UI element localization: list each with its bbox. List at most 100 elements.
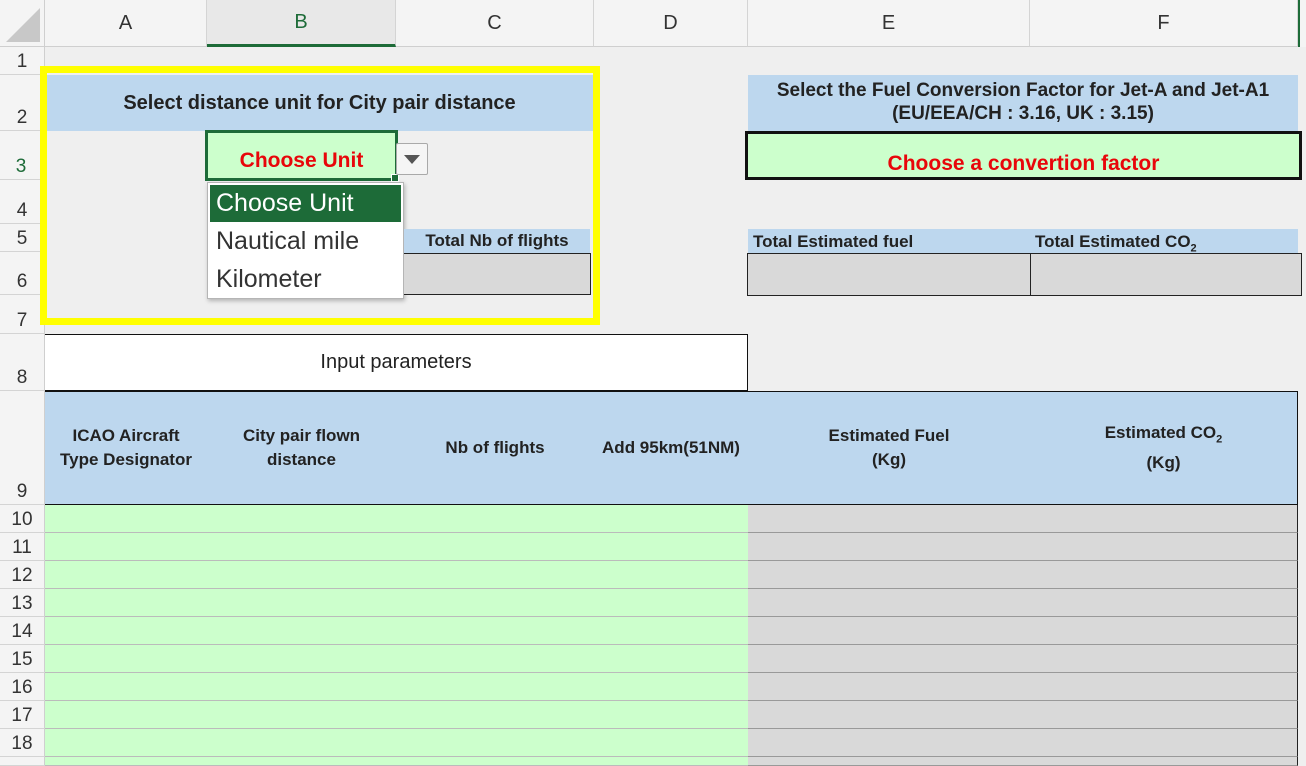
input-cell-d19[interactable] [594,757,749,766]
input-cell-d12[interactable] [594,561,749,589]
input-cell-c15[interactable] [396,645,595,673]
total-estimated-fuel-value[interactable] [747,253,1031,296]
input-cell-c10[interactable] [396,505,595,533]
input-cell-b19[interactable] [207,757,397,766]
input-cell-f12[interactable] [1030,561,1298,589]
dropdown-option-choose-unit[interactable]: Choose Unit [210,185,401,222]
total-estimated-co2-value[interactable] [1030,253,1302,296]
input-cell-f16[interactable] [1030,673,1298,701]
input-cell-d17[interactable] [594,701,749,729]
column-header-b[interactable]: B [207,0,396,47]
input-cell-c17[interactable] [396,701,595,729]
input-cell-b10[interactable] [207,505,397,533]
row-header-10[interactable]: 10 [0,505,45,533]
column-header-e[interactable]: E [748,0,1030,47]
input-cell-e16[interactable] [748,673,1031,701]
conversion-factor-title-line1: Select the Fuel Conversion Factor for Je… [776,80,1270,101]
dropdown-arrow-button[interactable] [396,143,428,175]
input-cell-e17[interactable] [748,701,1031,729]
row-header-7[interactable]: 7 [0,295,45,334]
input-cell-d13[interactable] [594,589,749,617]
dropdown-option-kilometer[interactable]: Kilometer [210,260,401,298]
input-cell-b16[interactable] [207,673,397,701]
input-cell-f19[interactable] [1030,757,1298,766]
column-header-c[interactable]: C [396,0,594,47]
input-cell-c12[interactable] [396,561,595,589]
input-cell-d18[interactable] [594,729,749,757]
input-cell-b17[interactable] [207,701,397,729]
input-cell-b13[interactable] [207,589,397,617]
input-cell-f18[interactable] [1030,729,1298,757]
input-cell-f14[interactable] [1030,617,1298,645]
input-cell-a14[interactable] [45,617,208,645]
input-cell-a19[interactable] [45,757,208,766]
unit-select-cell[interactable]: Choose Unit [205,130,398,181]
conversion-factor-cell[interactable]: Choose a convertion factor [745,131,1302,180]
input-cell-c18[interactable] [396,729,595,757]
column-header-d[interactable]: D [594,0,748,47]
input-cell-a11[interactable] [45,533,208,561]
row-header-15[interactable]: 15 [0,645,45,673]
input-cell-a13[interactable] [45,589,208,617]
row-header-18[interactable]: 18 [0,729,45,757]
input-cell-e13[interactable] [748,589,1031,617]
input-cell-b12[interactable] [207,561,397,589]
column-header-f[interactable]: F [1030,0,1298,47]
row-header-2[interactable]: 2 [0,75,45,131]
unit-select-value: Choose Unit [239,148,364,172]
row-header-6[interactable]: 6 [0,252,45,295]
distance-unit-prompt: Select distance unit for City pair dista… [45,75,594,131]
input-cell-a12[interactable] [45,561,208,589]
dropdown-option-nautical-mile[interactable]: Nautical mile [210,222,401,260]
row-header-16[interactable]: 16 [0,673,45,701]
input-cell-d11[interactable] [594,533,749,561]
row-header-11[interactable]: 11 [0,533,45,561]
input-cell-e15[interactable] [748,645,1031,673]
input-cell-c14[interactable] [396,617,595,645]
row-header-4[interactable]: 4 [0,180,45,224]
input-cell-d10[interactable] [594,505,749,533]
input-cell-f10[interactable] [1030,505,1298,533]
input-cell-d14[interactable] [594,617,749,645]
input-cell-f15[interactable] [1030,645,1298,673]
total-nb-flights-value[interactable] [404,253,591,295]
input-cell-f13[interactable] [1030,589,1298,617]
row-header-13[interactable]: 13 [0,589,45,617]
row-header-1[interactable]: 1 [0,47,45,75]
input-cell-d16[interactable] [594,673,749,701]
input-cell-a16[interactable] [45,673,208,701]
row-header-3[interactable]: 3 [0,131,45,180]
input-cell-c11[interactable] [396,533,595,561]
input-cell-a10[interactable] [45,505,208,533]
input-cell-b18[interactable] [207,729,397,757]
unit-select-handle[interactable] [391,174,399,182]
input-cell-e12[interactable] [748,561,1031,589]
input-cell-b15[interactable] [207,645,397,673]
input-cell-c13[interactable] [396,589,595,617]
input-cell-b14[interactable] [207,617,397,645]
input-cell-d15[interactable] [594,645,749,673]
input-cell-c19[interactable] [396,757,595,766]
input-cell-a18[interactable] [45,729,208,757]
input-cell-e19[interactable] [748,757,1031,766]
row-header-9[interactable]: 9 [0,391,45,505]
input-cell-e10[interactable] [748,505,1031,533]
input-cell-f11[interactable] [1030,533,1298,561]
row-header-8[interactable]: 8 [0,334,45,391]
input-cell-e11[interactable] [748,533,1031,561]
input-cell-a15[interactable] [45,645,208,673]
select-all-corner[interactable] [0,0,45,47]
row-header-17[interactable]: 17 [0,701,45,729]
row-header-14[interactable]: 14 [0,617,45,645]
input-cell-c16[interactable] [396,673,595,701]
header-estimated-co2: Estimated CO2 (Kg) [1030,391,1298,505]
row-header-5[interactable]: 5 [0,224,45,252]
input-cell-e14[interactable] [748,617,1031,645]
row-header-19-partial[interactable] [0,757,45,766]
input-cell-a17[interactable] [45,701,208,729]
input-cell-f17[interactable] [1030,701,1298,729]
input-cell-b11[interactable] [207,533,397,561]
input-cell-e18[interactable] [748,729,1031,757]
column-header-a[interactable]: A [45,0,207,47]
row-header-12[interactable]: 12 [0,561,45,589]
